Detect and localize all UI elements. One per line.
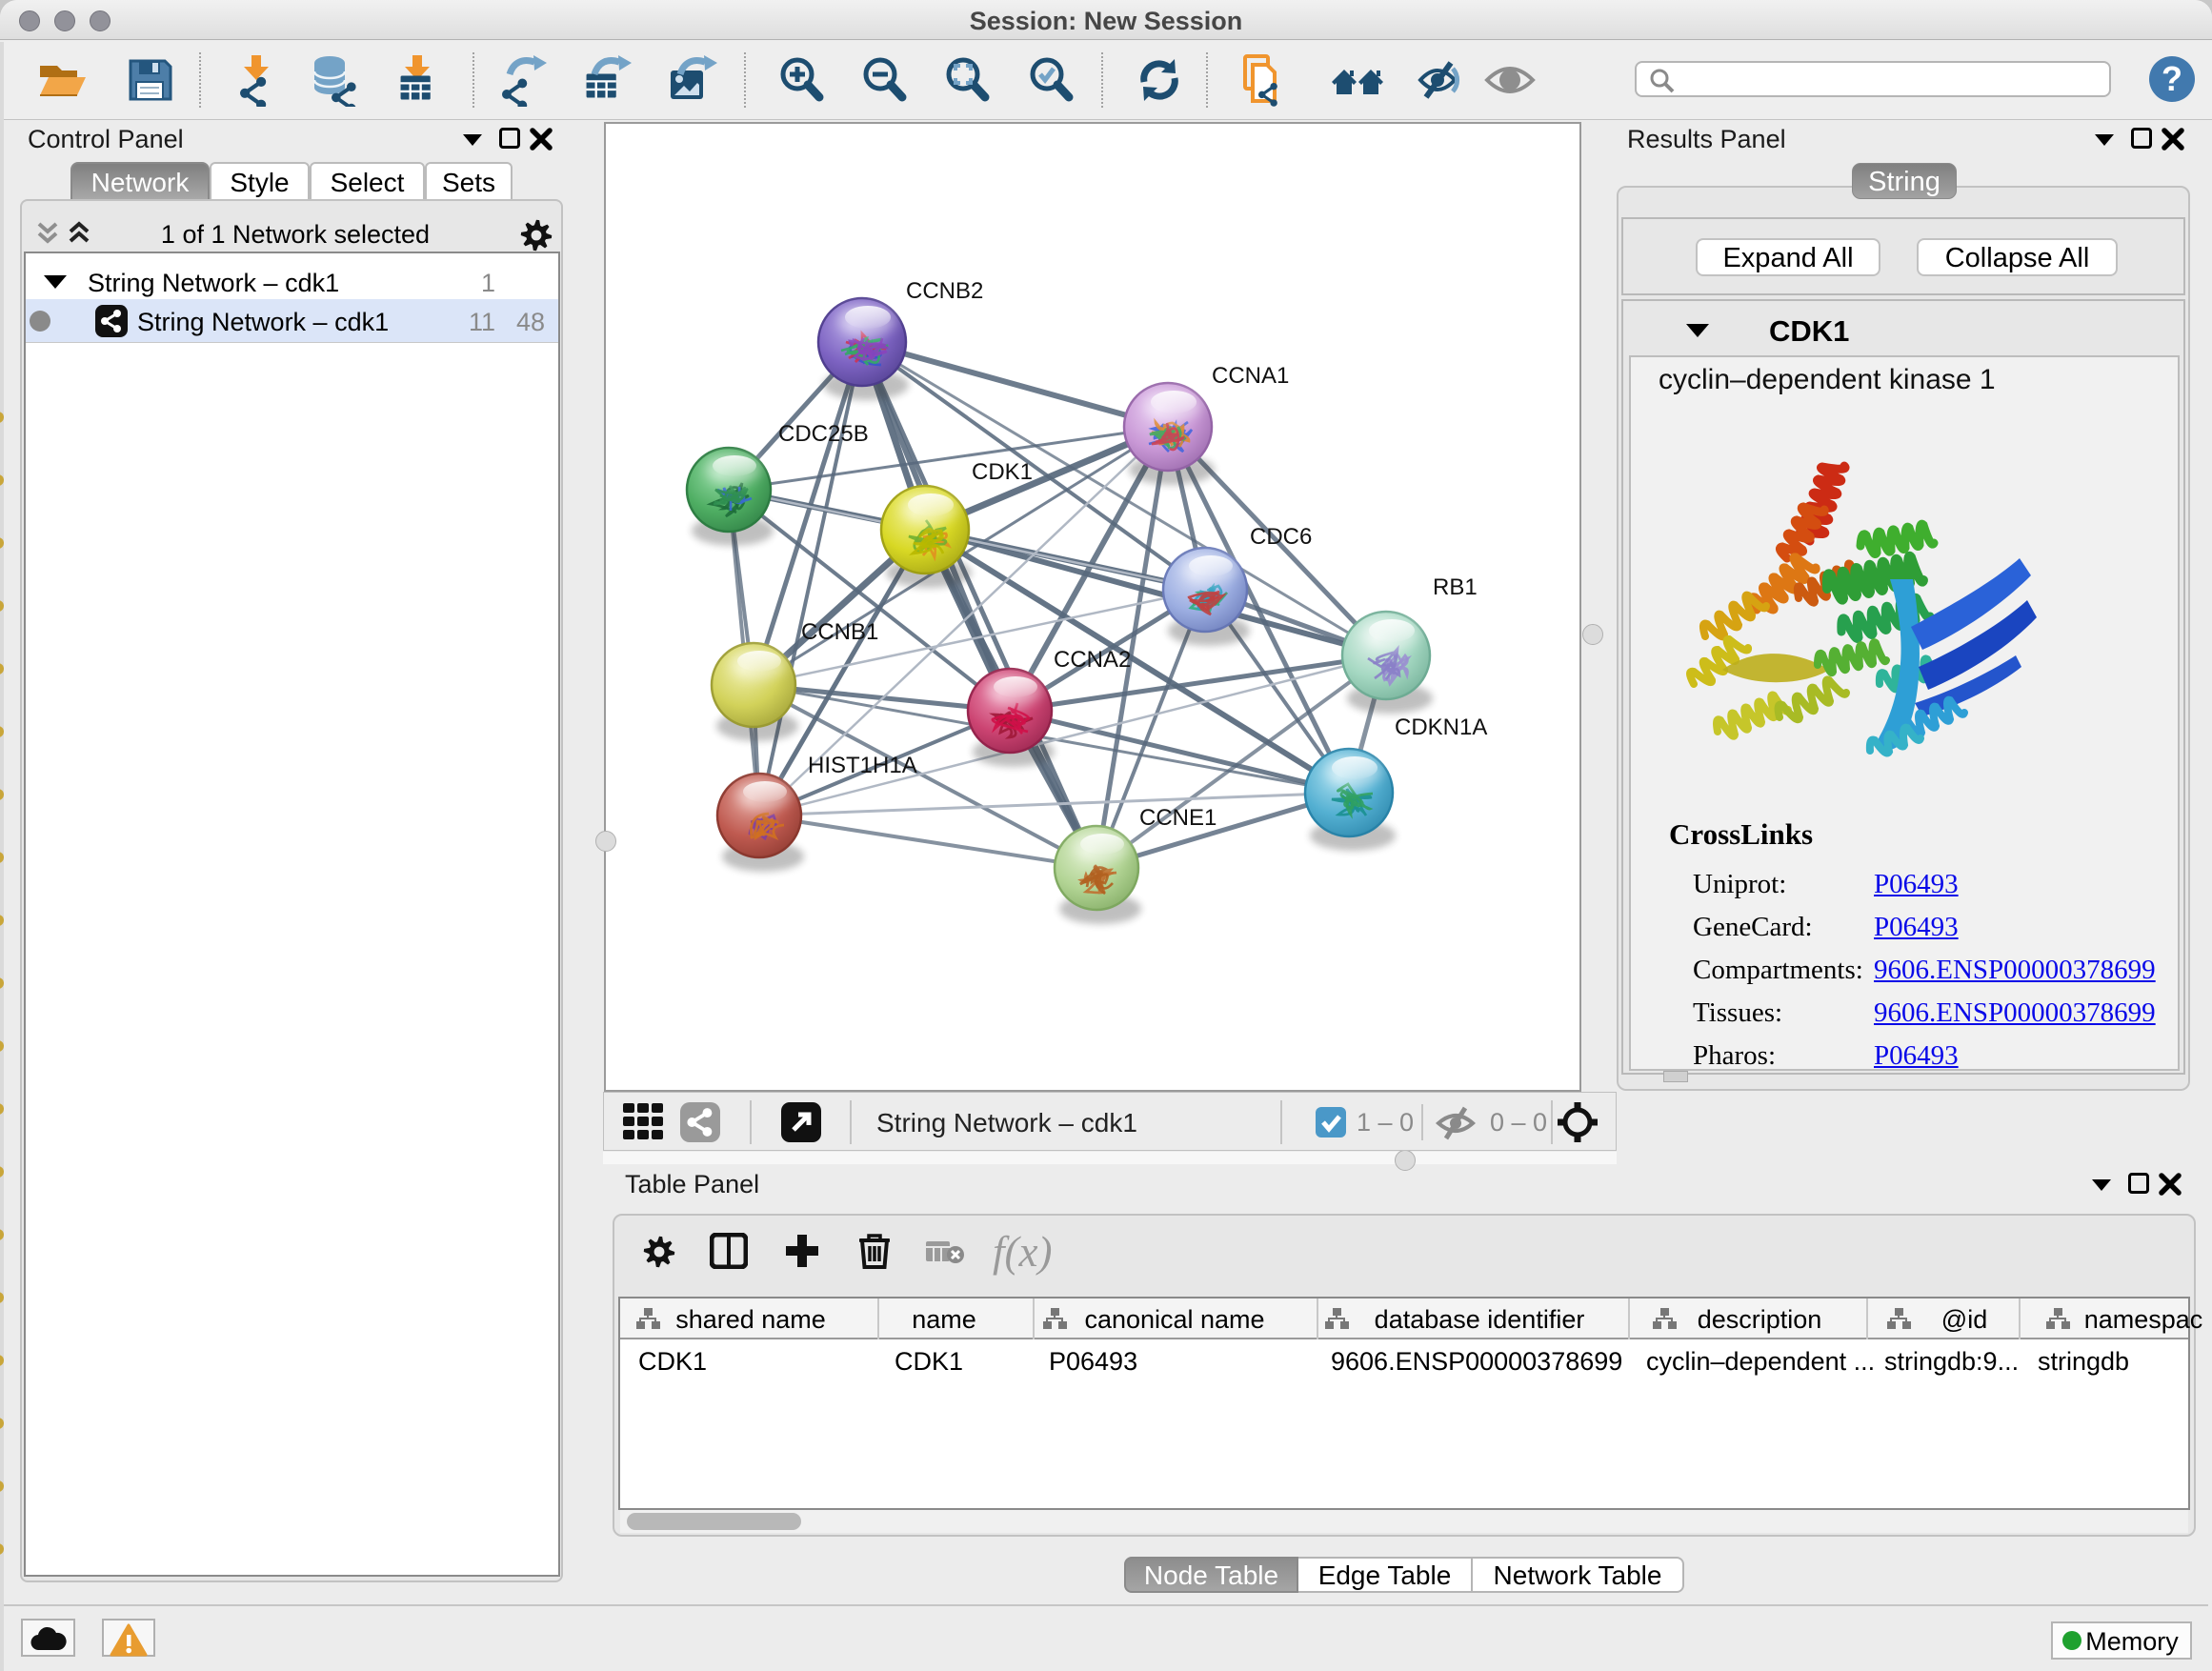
svg-text:RB1: RB1 xyxy=(1433,574,1478,600)
svg-text:CDKN1A: CDKN1A xyxy=(1395,715,1487,740)
svg-text:CDC25B: CDC25B xyxy=(778,421,869,447)
svg-text:CDK1: CDK1 xyxy=(972,459,1033,485)
svg-text:CCNE1: CCNE1 xyxy=(1139,805,1217,831)
svg-text:CCNA2: CCNA2 xyxy=(1054,647,1131,673)
svg-text:CDC6: CDC6 xyxy=(1250,524,1312,550)
svg-text:CCNB2: CCNB2 xyxy=(906,278,983,304)
svg-text:HIST1H1A: HIST1H1A xyxy=(808,753,917,778)
svg-text:CCNA1: CCNA1 xyxy=(1212,363,1289,389)
svg-text:CCNB1: CCNB1 xyxy=(801,619,878,645)
